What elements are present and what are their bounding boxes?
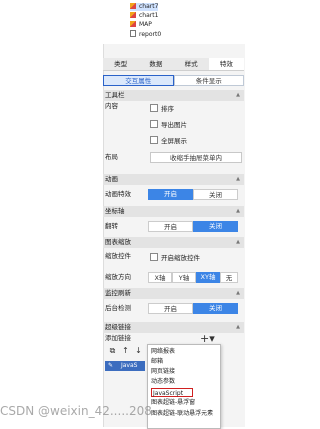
tab-data[interactable]: 数据 <box>138 58 173 70</box>
anim-off-button[interactable]: 关闭 <box>193 189 238 200</box>
menu-item-javascript[interactable]: JavaScript <box>151 388 193 397</box>
label-add-link: 添加链接 <box>105 334 131 342</box>
collapse-icon: ▲ <box>236 176 240 182</box>
section-hyperlink[interactable]: 超级链接 ▲ <box>103 322 244 333</box>
layout-button[interactable]: 收缩手抽屉菜单内 <box>150 152 242 163</box>
collapse-icon: ▲ <box>236 239 240 245</box>
menu-item-email[interactable]: 邮箱 <box>151 357 215 366</box>
tab-interaction[interactable]: 交互属性 <box>103 75 174 86</box>
chart-icon <box>130 3 136 9</box>
zoom-xy-button[interactable]: XY轴 <box>196 272 220 283</box>
section-monitor-refresh[interactable]: 监控刷新 ▲ <box>103 288 244 299</box>
anim-on-button[interactable]: 开启 <box>148 189 193 200</box>
label-flip: 翻转 <box>105 222 118 230</box>
component-tree: chart7 chart1 MAP report0 <box>0 0 244 44</box>
move-down-icon[interactable]: ↓ <box>134 346 143 355</box>
zoom-x-button[interactable]: X轴 <box>148 272 172 283</box>
collapse-icon: ▲ <box>236 208 240 214</box>
zoom-control-checkbox[interactable]: 开启缩放控件 <box>150 253 200 263</box>
chart-icon <box>130 21 136 27</box>
section-animation[interactable]: 动画 ▲ <box>103 174 244 185</box>
sort-checkbox[interactable]: 排序 <box>150 104 174 114</box>
menu-item-web-report[interactable]: 网络报表 <box>151 347 215 356</box>
main-tabs: 类型 数据 样式 特效 <box>103 58 244 71</box>
add-link-button[interactable]: +▾ <box>200 333 215 344</box>
tree-item-chart1[interactable]: chart1 <box>130 12 158 20</box>
tab-conditional-display[interactable]: 条件显示 <box>173 75 244 86</box>
collapse-icon: ▲ <box>236 92 240 98</box>
flip-on-button[interactable]: 开启 <box>148 221 193 232</box>
sub-tabs: 交互属性 条件显示 <box>103 75 244 86</box>
zoom-y-button[interactable]: Y轴 <box>172 272 196 283</box>
collapse-icon: ▲ <box>236 290 240 296</box>
report-icon <box>130 30 136 37</box>
fullscreen-checkbox[interactable]: 全屏展示 <box>150 136 187 146</box>
section-zoom[interactable]: 图表缩放 ▲ <box>103 237 244 248</box>
zoom-none-button[interactable]: 无 <box>220 272 238 283</box>
link-list-item[interactable]: ✎ JavaS <box>105 361 145 371</box>
tab-style[interactable]: 样式 <box>174 58 209 70</box>
watermark: CSDN @weixin_42.....208 <box>0 404 152 418</box>
copy-icon[interactable]: ⧉ <box>108 346 117 355</box>
bg-detect-off-button[interactable]: 关闭 <box>193 303 238 314</box>
left-blank-area <box>0 44 103 427</box>
tab-type[interactable]: 类型 <box>103 58 138 70</box>
export-image-checkbox[interactable]: 导出图片 <box>150 120 187 130</box>
menu-item-dynamic-params[interactable]: 动态参数 <box>151 377 215 386</box>
section-axis[interactable]: 坐标轴 ▲ <box>103 206 244 217</box>
label-anim-effect: 动画特效 <box>105 190 131 198</box>
label-zoom-control: 缩放控件 <box>105 252 131 260</box>
collapse-icon: ▲ <box>236 324 240 330</box>
chart-icon <box>130 12 136 18</box>
edit-icon: ✎ <box>108 362 114 369</box>
bg-detect-on-button[interactable]: 开启 <box>148 303 193 314</box>
label-bg-detect: 后台检测 <box>105 304 131 312</box>
move-up-icon[interactable]: ↑ <box>121 346 130 355</box>
label-content: 内容 <box>105 102 118 110</box>
label-layout: 布局 <box>105 153 118 161</box>
tab-effects[interactable]: 特效 <box>208 58 244 70</box>
flip-off-button[interactable]: 关闭 <box>193 221 238 232</box>
tree-item-report0[interactable]: report0 <box>130 30 161 38</box>
menu-item-web-link[interactable]: 网页链接 <box>151 367 215 376</box>
label-zoom-direction: 缩放方向 <box>105 273 131 281</box>
section-toolbar[interactable]: 工具栏 ▲ <box>103 90 244 101</box>
tree-item-map[interactable]: MAP <box>130 21 152 29</box>
tree-item-chart7[interactable]: chart7 <box>130 3 159 11</box>
